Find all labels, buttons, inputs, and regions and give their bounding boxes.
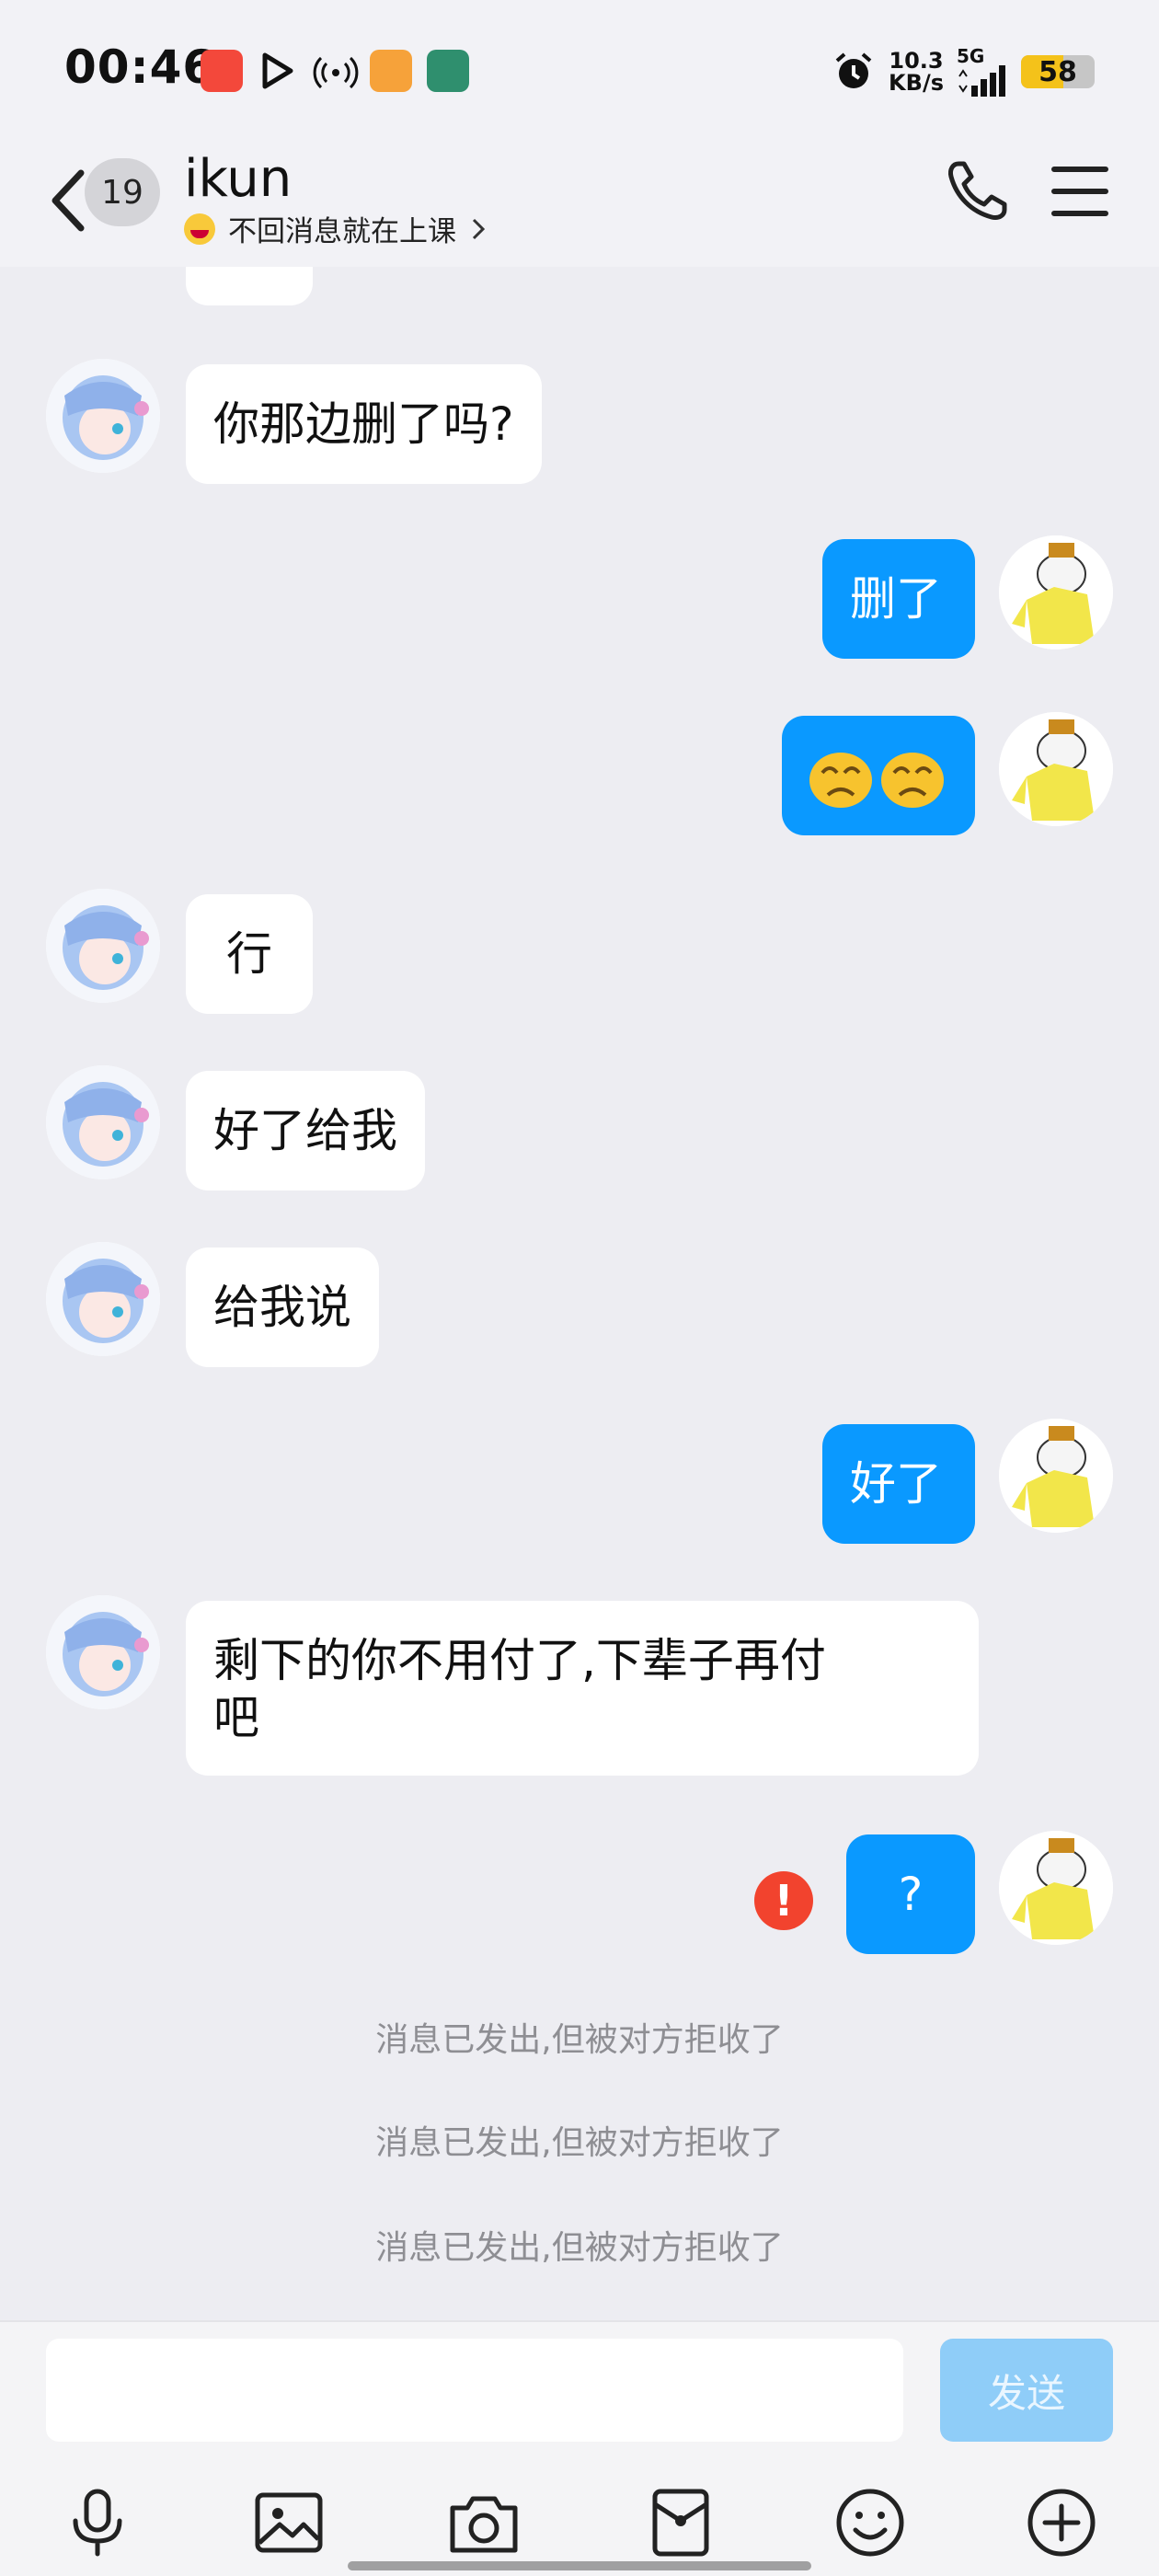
- status-bar: 00:46 10.3 KB/s 5G 58: [0, 0, 1159, 138]
- image-icon[interactable]: [250, 2484, 327, 2561]
- app-notification-icon: [201, 50, 243, 92]
- plus-icon[interactable]: [1023, 2484, 1100, 2561]
- laugh-emoji-icon: [184, 213, 215, 245]
- message-bubble-outgoing[interactable]: 删了: [822, 539, 975, 659]
- emoji-icon[interactable]: [832, 2484, 909, 2561]
- microphone-icon[interactable]: [59, 2484, 136, 2561]
- avatar-contact[interactable]: [46, 359, 160, 473]
- home-indicator[interactable]: [348, 2561, 811, 2570]
- contact-avatar-image: [46, 1065, 160, 1179]
- avatar-self[interactable]: [999, 1831, 1113, 1945]
- menu-icon[interactable]: [1045, 156, 1115, 226]
- phone-icon[interactable]: [942, 156, 1012, 226]
- message-bubble-partial[interactable]: [186, 267, 313, 305]
- avatar-contact[interactable]: [46, 1595, 160, 1709]
- network-speed: 10.3 KB/s: [889, 48, 944, 96]
- avatar-contact[interactable]: [46, 889, 160, 1003]
- message-bubble-incoming[interactable]: 给我说: [186, 1248, 379, 1367]
- hotspot-icon: [313, 56, 359, 89]
- avatar-self[interactable]: [999, 712, 1113, 826]
- contact-avatar-image: [46, 889, 160, 1003]
- message-bubble-incoming[interactable]: 好了给我: [186, 1071, 425, 1190]
- contact-avatar-image: [46, 1595, 160, 1709]
- signal-icon: [958, 65, 1005, 97]
- message-bubble-incoming[interactable]: 剩下的你不用付了,下辈子再付 吧: [186, 1601, 979, 1776]
- message-bubble-outgoing[interactable]: 好了: [822, 1424, 975, 1544]
- self-avatar-image: [999, 712, 1113, 826]
- system-note: 消息已发出,但被对方拒收了: [375, 2124, 784, 2162]
- message-bubble-incoming[interactable]: 行: [186, 894, 313, 1014]
- system-note: 消息已发出,但被对方拒收了: [375, 2021, 784, 2059]
- avatar-contact[interactable]: [46, 1065, 160, 1179]
- chevron-right-icon: [472, 218, 486, 239]
- message-bubble-outgoing[interactable]: ?: [846, 1834, 975, 1954]
- unread-count-badge[interactable]: 19: [85, 158, 160, 226]
- avatar-self[interactable]: [999, 535, 1113, 650]
- sad-emoji-icon: [881, 753, 944, 808]
- emoji-sticker-group: [808, 743, 946, 810]
- message-input[interactable]: [46, 2339, 903, 2442]
- self-avatar-image: [999, 1831, 1113, 1945]
- sad-emoji-icon: [809, 753, 872, 808]
- battery-indicator: 58: [1021, 55, 1095, 88]
- red-packet-icon[interactable]: [642, 2484, 719, 2561]
- message-bubble-incoming[interactable]: 你那边删了吗?: [186, 364, 542, 484]
- send-button[interactable]: 发送: [940, 2339, 1113, 2442]
- contact-avatar-image: [46, 359, 160, 473]
- status-right: 10.3 KB/s 5G 58: [832, 44, 1095, 99]
- avatar-contact[interactable]: [46, 1242, 160, 1356]
- alarm-icon: [835, 52, 872, 88]
- app-notification-icon: [427, 50, 469, 92]
- status-time: 00:46: [64, 40, 216, 94]
- contact-status[interactable]: 不回消息就在上课: [184, 208, 488, 249]
- contact-name[interactable]: ikun: [184, 149, 292, 209]
- signal: 5G: [957, 47, 1008, 97]
- send-failed-icon[interactable]: !: [754, 1871, 813, 1930]
- contact-avatar-image: [46, 1242, 160, 1356]
- system-note: 消息已发出,但被对方拒收了: [375, 2229, 784, 2267]
- camera-icon[interactable]: [445, 2484, 522, 2561]
- message-bubble-outgoing[interactable]: 😟😟: [782, 716, 975, 835]
- app-notification-icon: [370, 50, 412, 92]
- self-avatar-image: [999, 535, 1113, 650]
- self-avatar-image: [999, 1419, 1113, 1533]
- avatar-self[interactable]: [999, 1419, 1113, 1533]
- play-icon: [262, 52, 293, 89]
